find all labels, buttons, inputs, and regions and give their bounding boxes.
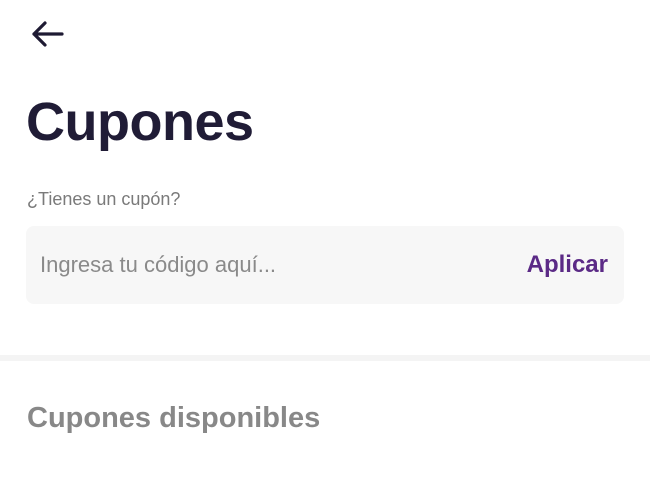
coupon-code-input[interactable] bbox=[26, 226, 517, 304]
coupons-screen: Cupones ¿Tienes un cupón? Aplicar Cupone… bbox=[0, 0, 650, 489]
back-button[interactable] bbox=[30, 14, 74, 54]
page-title: Cupones bbox=[26, 92, 254, 152]
coupon-code-box: Aplicar bbox=[26, 226, 624, 304]
apply-coupon-button[interactable]: Aplicar bbox=[517, 226, 624, 304]
arrow-left-icon bbox=[30, 20, 64, 48]
section-divider bbox=[0, 355, 650, 361]
available-coupons-heading: Cupones disponibles bbox=[27, 402, 321, 434]
coupon-question-label: ¿Tienes un cupón? bbox=[27, 189, 181, 209]
